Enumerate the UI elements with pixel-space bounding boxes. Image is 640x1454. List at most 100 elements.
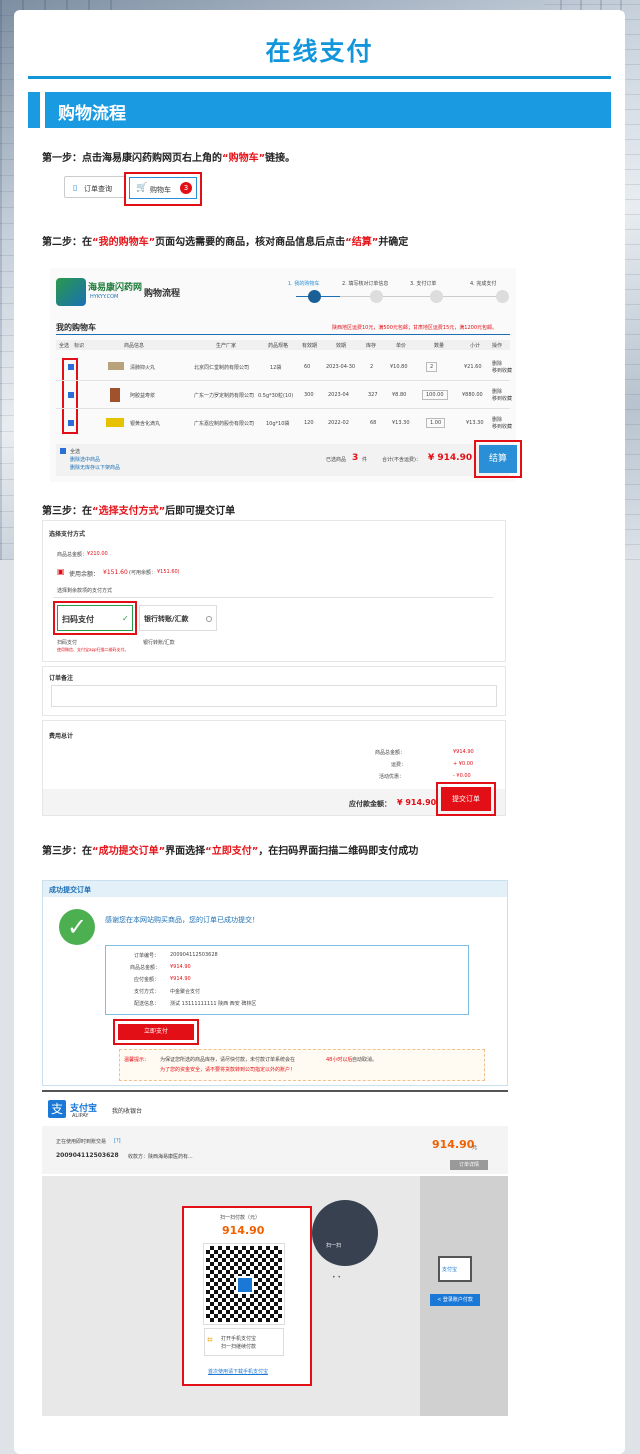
cart-row: 清肺抑火丸 北京同仁堂制药有限公司 12袋 60 2023-04-30 2 ¥1… [56,354,512,380]
title-underline [28,76,611,79]
bank-transfer-option[interactable]: 银行转账/汇款 [139,605,217,631]
pc-icon: 支付宝 [438,1256,472,1282]
qr-code [203,1243,285,1325]
delete-selected-link[interactable]: 删除选中商品 [70,456,100,463]
payment-method-panel: 选择支付方式 商品总金额： ¥210.00 ▣ 使用余额： ¥151.60 (可… [42,520,506,662]
alipay-logo-icon: 支 [48,1100,66,1118]
progress-dot-2 [370,290,383,303]
phone-scan-illustration: 扫一扫 [312,1200,378,1266]
progress-dot-3 [430,290,443,303]
memo-input[interactable] [51,685,497,707]
balance-icon: ▣ [57,567,65,576]
shipping-notice: 陕西地区运费10元，满500元包邮；甘肃地区运费15元，满1200元包邮。 [332,325,497,331]
cashier-title: 我的收银台 [112,1108,143,1115]
alipay-order-no: 200904112503628 [56,1152,119,1159]
step-3-text: 第三步：在“选择支付方式”后即可提交订单 [42,506,236,517]
cart-icon: 🛒 [136,183,148,193]
cart-row: 阿胶益寿浆 广东一力罗定制药有限公司 0.5g*30粒(10) 300 2023… [56,382,512,408]
radio-icon [206,616,212,622]
remaining-payment-label: 选择剩余款项的支付方式 [57,588,113,594]
memo-title: 订单备注 [49,675,74,682]
delete-link[interactable]: 删除 [492,388,502,395]
pay-now-button[interactable]: 立即支付 [118,1024,194,1040]
qty-stepper[interactable]: 100.00 [422,390,448,400]
row-checkbox[interactable] [68,392,74,398]
progress-step-2: 2. 填写核对订单信息 [342,281,389,287]
select-all-checkbox[interactable] [60,448,66,454]
product-thumb [108,362,124,370]
step-2-text: 第二步：在“我的购物车”页面勾选需要的商品，核对商品信息后点击“结算”并确定 [42,237,409,248]
progress-step-4: 4. 完成支付 [470,281,497,287]
cart-total: ¥ 914.90 [428,453,473,463]
order-detail-button[interactable]: 订单详情 [450,1160,488,1170]
my-cart-title: 我的购物车 [56,323,96,332]
favorite-link[interactable]: 移到收藏 [492,395,512,402]
content-card: 在线支付 购物流程 第一步：点击海易康闪药购网页右上角的“购物车”链接。 ▯ 订… [14,10,625,1454]
qty-stepper[interactable]: 2 [426,362,438,372]
selected-unit: 件 [362,457,368,463]
cart-table-header: 全选 标识 商品信息 生产厂家 药品规格 有效期 效期 库存 单价 数量 小计 … [56,340,510,350]
selected-count: 3 [352,453,359,463]
section-title: 购物流程 [58,104,126,124]
logo-icon [56,278,86,306]
success-title: 成功提交订单 [49,886,91,894]
cart-count-badge: 3 [180,182,192,194]
alipay-cashier: 支 支付宝 ALIPAY 我的收银台 正在使用即时到账交易 [?] 914.90… [42,1090,508,1416]
download-link[interactable]: 首次使用请下载手机支付宝 [208,1368,268,1375]
payable-amount: ¥ 914.90 [397,798,437,807]
section-header: 购物流程 [28,92,611,128]
scan-icon: ⌗ [207,1335,213,1346]
success-check-icon: ✓ [59,909,95,945]
qr-panel: 扫一扫付款（元） 914.90 ⌗ 打开手机支付宝 扫一扫继续付款 首次使用请下… [182,1206,312,1386]
progress-step-1: 1. 我的购物车 [288,281,320,287]
delete-invalid-link[interactable]: 删除无库存以下架商品 [70,464,120,471]
cart-page-heading: 购物流程 [144,289,181,299]
cart-row: 银黄含化滴丸 广东嘉应制药股份有限公司 10g*10袋 120 2022-02 … [56,410,512,436]
step-1-text: 第一步：点击海易康闪药购网页右上角的“购物车”链接。 [42,153,296,164]
progress-dot-4 [496,290,509,303]
cart-footer: 全选 删除选中商品 删除无库存以下架商品 已选商品 3 件 合计(不含运费)： … [56,444,510,476]
payment-method-title: 选择支付方式 [49,531,86,538]
qty-stepper[interactable]: 1.00 [426,418,446,428]
logo-text: 海易康闪药网 [88,283,143,293]
row-checkbox[interactable] [68,420,74,426]
page-title: 在线支付 [265,37,374,66]
alipay-payee: 收款方：陕西海易康医药有... [128,1154,193,1160]
tip-box: 温馨提示： 为保证您所选的商品库存，请尽快付款，未付款订单系统会在 48小时以后… [119,1049,485,1081]
logo-subtext: HYKYY.COM [90,294,119,300]
qr-alipay-badge [236,1276,254,1294]
product-thumb [106,418,124,427]
alipay-logo-sub: ALIPAY [72,1113,89,1119]
order-query-label: 订单查询 [84,185,112,193]
total-label: 合计(不含运费)： [382,457,421,463]
delete-link[interactable]: 删除 [492,360,502,367]
payable-label: 应付款金额： [349,800,391,808]
scan-pay-option[interactable]: 扫码支付 ✓ [57,605,133,631]
order-query-button[interactable]: ▯ 订单查询 [64,176,126,198]
submit-order-button[interactable]: 提交订单 [441,787,491,811]
step-4-text: 第三步：在“成功提交订单”界面选择“立即支付”，在扫码界面扫描二维码即支付成功 [42,846,419,857]
progress-dot-1 [308,290,321,303]
thanks-message: 感谢您在本网站购买商品，您的订单已成功提交！ [105,916,259,924]
clipboard-icon: ▯ [73,183,78,192]
selected-label: 已选商品 [326,457,347,463]
favorite-link[interactable]: 移到收藏 [492,367,512,374]
cart-label: 购物车 [150,186,171,194]
favorite-link[interactable]: 移到收藏 [492,423,512,430]
delete-link[interactable]: 删除 [492,416,502,423]
scan-hint: ⌗ 打开手机支付宝 扫一扫继续付款 [204,1328,284,1356]
progress-step-3: 3. 支付订单 [410,281,437,287]
select-all-label: 全选 [70,449,81,455]
order-memo-panel: 订单备注 [42,666,506,716]
order-success-panel: 成功提交订单 ✓ 感谢您在本网站购买商品，您的订单已成功提交！ 订单编号： 200… [42,880,508,1086]
fee-title: 费用总计 [49,733,74,740]
row-checkbox[interactable] [68,364,74,370]
login-pay-button[interactable]: < 登录账户付款 [430,1294,480,1306]
checkout-button[interactable]: 结算 [479,445,517,473]
alipay-amount: 914.90 [432,1138,475,1151]
qr-amount: 914.90 [222,1224,265,1237]
cart-button[interactable]: 🛒 购物车 3 [129,177,197,199]
cart-screenshot: 海易康闪药网 HYKYY.COM 购物流程 1. 我的购物车 2. 填写核对订单… [50,268,522,482]
product-thumb [110,388,120,402]
check-icon: ✓ [122,614,129,623]
